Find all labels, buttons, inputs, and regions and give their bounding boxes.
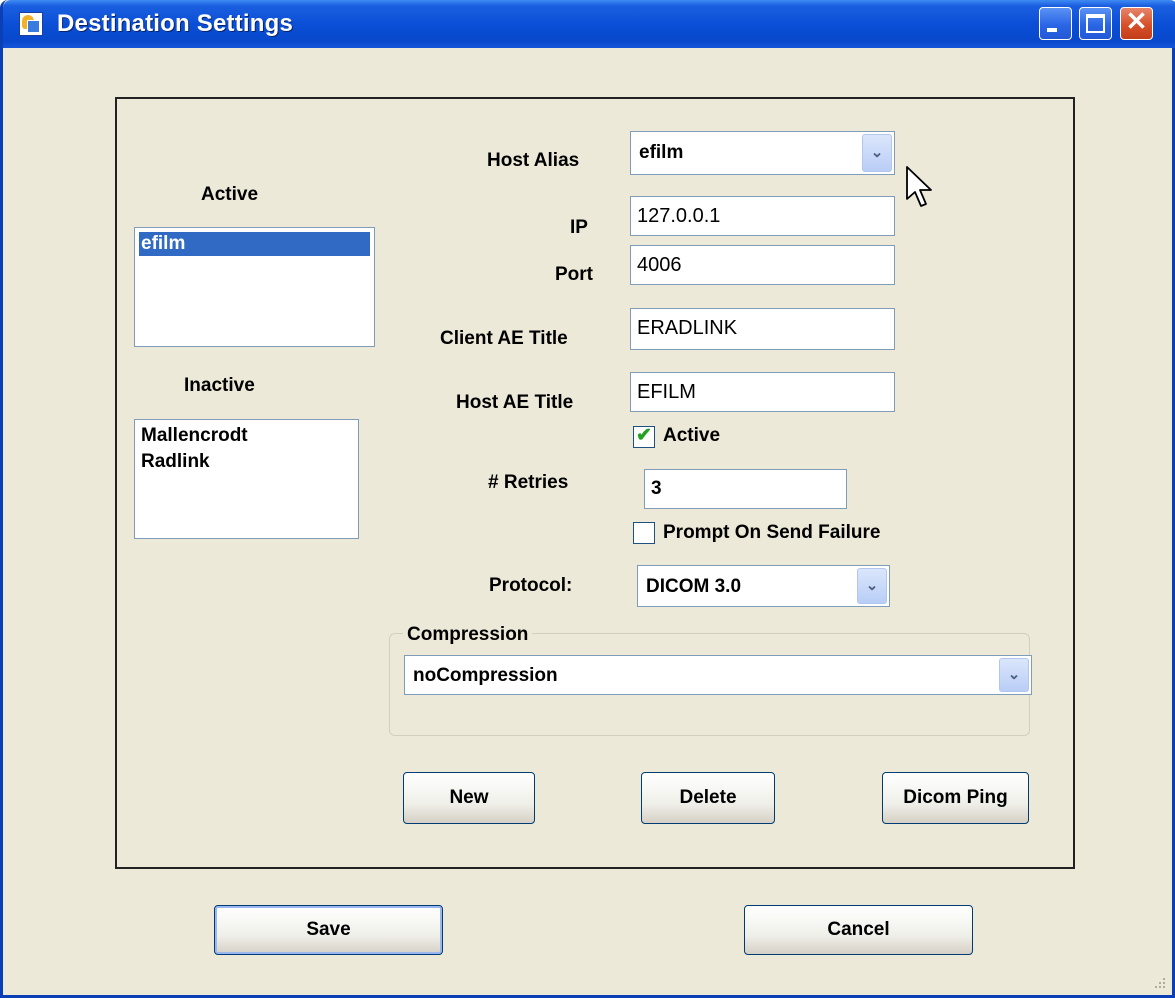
image-icon (27, 20, 40, 33)
host-alias-value: efilm (639, 142, 684, 163)
checkmark-icon: ✔ (636, 425, 652, 446)
prompt-on-send-failure-checkbox[interactable] (633, 522, 655, 544)
protocol-dropdown-button[interactable]: ⌄ (857, 568, 887, 604)
ip-label: IP (570, 217, 588, 238)
active-destinations-list[interactable]: efilm (134, 227, 375, 347)
save-button[interactable]: Save (214, 905, 443, 955)
inactive-list-label: Inactive (184, 375, 255, 396)
host-alias-dropdown-button[interactable]: ⌄ (862, 134, 892, 172)
host-ae-title-label: Host AE Title (456, 392, 574, 413)
host-ae-title-field[interactable]: EFILM (630, 372, 895, 412)
ip-field[interactable]: 127.0.0.1 (630, 196, 895, 236)
protocol-combo[interactable]: DICOM 3.0 ⌄ (637, 565, 890, 607)
close-icon: ✕ (1125, 6, 1148, 36)
minimize-button[interactable] (1039, 7, 1072, 40)
compression-dropdown-button[interactable]: ⌄ (999, 658, 1029, 692)
active-checkbox[interactable]: ✔ (633, 425, 655, 448)
retries-field[interactable]: 3 (644, 469, 847, 509)
client-ae-title-label: Client AE Title (440, 328, 568, 349)
protocol-value: DICOM 3.0 (646, 576, 742, 597)
maximize-button[interactable] (1079, 7, 1112, 40)
minimize-icon (1047, 28, 1057, 32)
port-label: Port (555, 264, 593, 285)
active-list-item-efilm[interactable]: efilm (139, 232, 370, 256)
compression-combo[interactable]: noCompression ⌄ (404, 655, 1032, 695)
inactive-list-item-radlink[interactable]: Radlink (139, 450, 210, 474)
active-list-label: Active (201, 184, 259, 205)
title-bar[interactable]: Destination Settings ✕ (3, 0, 1175, 48)
resize-grip-icon[interactable] (1152, 975, 1166, 989)
prompt-on-send-failure-label[interactable]: Prompt On Send Failure (663, 522, 880, 544)
chevron-down-icon: ⌄ (865, 577, 879, 594)
port-field[interactable]: 4006 (630, 245, 895, 285)
app-icon[interactable] (19, 12, 43, 36)
host-alias-combo[interactable]: efilm ⌄ (630, 131, 895, 175)
compression-value: noCompression (413, 665, 558, 686)
inactive-list-item-mallencrodt[interactable]: Mallencrodt (139, 424, 248, 448)
close-button[interactable]: ✕ (1120, 6, 1153, 40)
active-checkbox-label[interactable]: Active (663, 425, 720, 447)
window-title: Destination Settings (57, 10, 294, 37)
maximize-icon (1086, 14, 1105, 33)
inactive-destinations-list[interactable]: Mallencrodt Radlink (134, 419, 359, 539)
mouse-pointer-icon (906, 166, 932, 207)
destination-settings-window: Destination Settings ✕ Active efilm Inac… (0, 0, 1175, 998)
protocol-label: Protocol: (489, 575, 573, 596)
chevron-down-icon: ⌄ (1007, 666, 1021, 683)
compression-legend: Compression (403, 624, 533, 646)
new-button[interactable]: New (403, 772, 535, 824)
chevron-down-icon: ⌄ (870, 144, 884, 161)
delete-button[interactable]: Delete (641, 772, 775, 824)
client-ae-title-field[interactable]: ERADLINK (630, 308, 895, 350)
dicom-ping-button[interactable]: Dicom Ping (882, 772, 1029, 824)
cancel-button[interactable]: Cancel (744, 905, 973, 955)
retries-label: # Retries (488, 472, 569, 493)
host-alias-label: Host Alias (487, 150, 580, 171)
